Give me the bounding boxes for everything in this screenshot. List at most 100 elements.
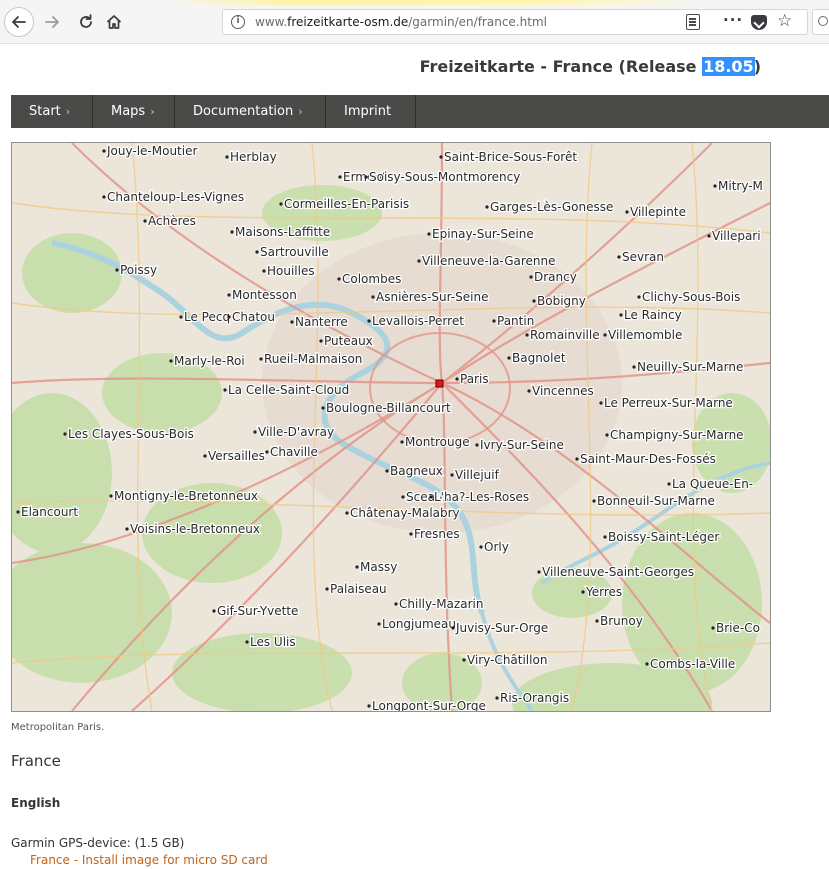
place-label: Boissy-Saint-Léger <box>608 530 719 544</box>
url-text[interactable]: www.freizeitkarte-osm.de/garmin/en/franc… <box>255 15 547 29</box>
menu-label: Maps <box>111 104 146 119</box>
place-label: Viry-Châtillon <box>467 653 547 667</box>
place-marker <box>377 622 381 626</box>
language-heading: English <box>11 796 61 810</box>
place-marker <box>394 602 398 606</box>
place-marker <box>632 365 636 369</box>
title-prefix: Freizeitkarte - France (Release <box>419 57 703 76</box>
place-label: Palaiseau <box>330 582 387 596</box>
menu-label: Start <box>29 104 61 119</box>
device-info: Garmin GPS-device: (1.5 GB) <box>11 836 185 850</box>
menu-item-imprint[interactable]: Imprint <box>326 95 416 128</box>
menu-label: Documentation <box>193 104 294 119</box>
place-marker <box>667 482 671 486</box>
place-label: Nanterre <box>295 315 348 329</box>
info-icon[interactable]: i <box>231 15 245 29</box>
place-marker <box>102 195 106 199</box>
place-marker <box>429 495 433 499</box>
place-label: Villejuif <box>455 468 500 482</box>
place-marker <box>625 210 629 214</box>
place-marker <box>245 640 249 644</box>
place-marker <box>109 494 113 498</box>
place-label: Le Raincy <box>624 308 682 322</box>
place-label: Chanteloup-Les-Vignes <box>107 190 244 204</box>
download-link[interactable]: France - Install image for micro SD card <box>30 853 268 867</box>
place-label: Massy <box>360 560 397 574</box>
pocket-icon[interactable] <box>751 15 767 30</box>
place-marker <box>400 440 404 444</box>
place-label: Garges-Lès-Gonesse <box>490 200 613 214</box>
map-image: Jouy-le-Moutier Herblay Saint-Brice-Sous-F… <box>11 142 771 712</box>
place-marker <box>592 499 596 503</box>
menu-label: Imprint <box>344 104 392 119</box>
place-marker <box>707 234 711 238</box>
place-label: Bobigny <box>537 294 586 308</box>
place-label: Villemomble <box>608 328 682 342</box>
url-prefix: www. <box>255 15 288 29</box>
place-marker <box>427 232 431 236</box>
back-arrow-icon <box>12 16 26 28</box>
place-marker <box>125 527 129 531</box>
url-path: /garmin/en/france.html <box>408 15 547 29</box>
back-button[interactable] <box>4 7 34 37</box>
menu-item-start[interactable]: Start › <box>11 95 93 128</box>
place-marker <box>537 570 541 574</box>
place-label: Montigny-le-Bretonneux <box>114 489 258 503</box>
reload-button[interactable] <box>74 10 98 34</box>
place-label: Villepari <box>712 229 761 243</box>
place-label: Neuilly-Sur-Marne <box>637 360 743 374</box>
chevron-right-icon: › <box>65 105 71 118</box>
place-marker <box>16 510 20 514</box>
place-marker <box>230 230 234 234</box>
browser-toolbar: i www.freizeitkarte-osm.de/garmin/en/fra… <box>0 0 829 44</box>
place-marker <box>337 277 341 281</box>
place-label: Clichy-Sous-Bois <box>642 290 740 304</box>
place-marker <box>409 532 413 536</box>
place-marker <box>645 662 649 666</box>
bookmark-star-icon[interactable]: ☆ <box>777 11 792 31</box>
page-actions-icon[interactable]: ··· <box>723 11 743 29</box>
place-label: Bonneuil-Sur-Marne <box>597 494 715 508</box>
place-label: Le Pecq <box>184 310 230 324</box>
place-label: La Celle-Saint-Cloud <box>228 383 349 397</box>
place-marker <box>492 319 496 323</box>
place-label: Asnières-Sur-Seine <box>376 290 488 304</box>
place-marker <box>63 432 67 436</box>
page-title: Freizeitkarte - France (Release 18.05) <box>420 57 761 76</box>
place-label: Levallois-Perret <box>372 314 464 328</box>
place-marker <box>367 704 371 708</box>
place-marker <box>619 313 623 317</box>
place-label: Chatou <box>232 310 275 324</box>
place-marker <box>439 155 443 159</box>
place-marker <box>265 450 269 454</box>
place-label: La Queue-En- <box>672 477 753 491</box>
place-label: Chilly-Mazarin <box>399 597 483 611</box>
url-bar[interactable]: i www.freizeitkarte-osm.de/garmin/en/fra… <box>222 9 808 35</box>
place-label: Champigny-Sur-Marne <box>610 428 744 442</box>
place-label: Maisons-Laffitte <box>235 225 330 239</box>
search-box[interactable] <box>812 9 829 35</box>
home-button[interactable] <box>102 10 126 34</box>
place-label: Houilles <box>267 264 315 278</box>
place-marker <box>532 299 536 303</box>
place-marker <box>290 320 294 324</box>
place-label: Puteaux <box>324 334 373 348</box>
place-label: Sevran <box>622 250 664 264</box>
menu-item-maps[interactable]: Maps › <box>93 95 175 128</box>
place-marker <box>212 609 216 613</box>
place-marker <box>367 319 371 323</box>
forward-button[interactable] <box>40 10 64 34</box>
place-marker <box>450 473 454 477</box>
map-canvas: Jouy-le-Moutier Herblay Saint-Brice-Sous-F… <box>12 143 770 711</box>
place-label: Boulogne-Billancourt <box>326 401 451 415</box>
reader-view-icon[interactable] <box>686 14 700 30</box>
capital-marker <box>435 379 444 388</box>
place-marker <box>507 356 511 360</box>
place-marker <box>223 388 227 392</box>
place-label: Pantin <box>497 314 534 328</box>
place-label: Les Clayes-Sous-Bois <box>68 427 194 441</box>
place-label: Montrouge <box>405 435 470 449</box>
place-marker <box>321 406 325 410</box>
menu-item-documentation[interactable]: Documentation › <box>175 95 326 128</box>
place-marker <box>595 619 599 623</box>
